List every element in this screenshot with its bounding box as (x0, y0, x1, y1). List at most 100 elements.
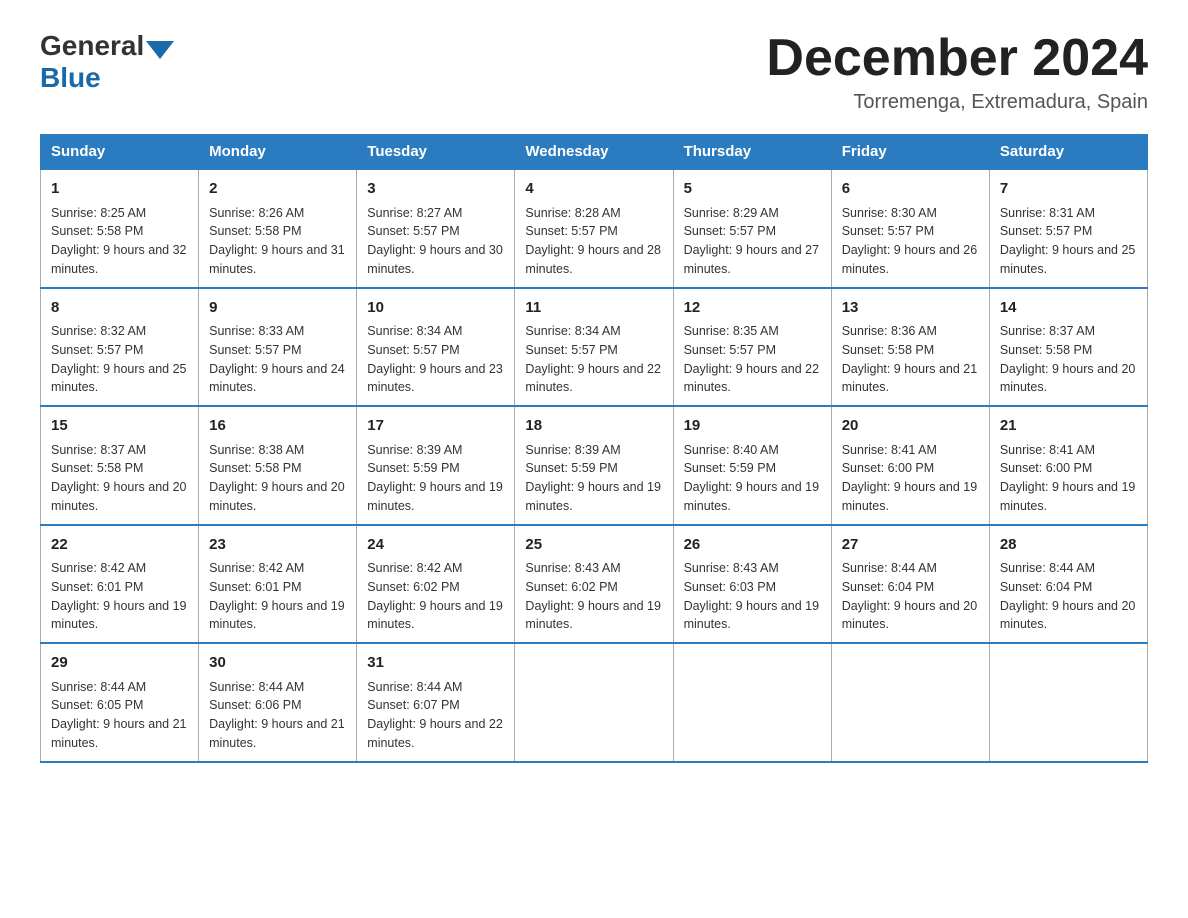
table-row: 24 Sunrise: 8:42 AMSunset: 6:02 PMDayligh… (357, 525, 515, 644)
day-info: Sunrise: 8:26 AMSunset: 5:58 PMDaylight:… (209, 206, 345, 276)
location-subtitle: Torremenga, Extremadura, Spain (766, 91, 1148, 114)
calendar-table: Sunday Monday Tuesday Wednesday Thursday… (40, 134, 1148, 763)
logo-general-text: General (40, 30, 144, 62)
day-number: 17 (367, 415, 504, 438)
day-number: 22 (51, 534, 188, 557)
day-info: Sunrise: 8:44 AMSunset: 6:05 PMDaylight:… (51, 680, 187, 750)
day-number: 18 (525, 415, 662, 438)
table-row: 30 Sunrise: 8:44 AMSunset: 6:06 PMDayligh… (199, 643, 357, 762)
day-number: 2 (209, 178, 346, 201)
table-row: 9 Sunrise: 8:33 AMSunset: 5:57 PMDaylight… (199, 288, 357, 407)
day-number: 29 (51, 652, 188, 675)
day-number: 24 (367, 534, 504, 557)
table-row: 15 Sunrise: 8:37 AMSunset: 5:58 PMDayligh… (41, 406, 199, 525)
day-info: Sunrise: 8:43 AMSunset: 6:03 PMDaylight:… (684, 561, 820, 631)
table-row: 21Sunrise: 8:41 AMSunset: 6:00 PMDayligh… (989, 406, 1147, 525)
table-row: 22 Sunrise: 8:42 AMSunset: 6:01 PMDayligh… (41, 525, 199, 644)
day-number: 8 (51, 297, 188, 320)
day-number: 30 (209, 652, 346, 675)
day-number: 7 (1000, 178, 1137, 201)
day-number: 14 (1000, 297, 1137, 320)
calendar-row-4: 22 Sunrise: 8:42 AMSunset: 6:01 PMDayligh… (41, 525, 1148, 644)
month-title: December 2024 (766, 30, 1148, 87)
day-number: 6 (842, 178, 979, 201)
col-thursday: Thursday (673, 135, 831, 170)
calendar-header-row: Sunday Monday Tuesday Wednesday Thursday… (41, 135, 1148, 170)
calendar-row-3: 15 Sunrise: 8:37 AMSunset: 5:58 PMDayligh… (41, 406, 1148, 525)
day-info: Sunrise: 8:38 AMSunset: 5:58 PMDaylight:… (209, 443, 345, 513)
day-number: 27 (842, 534, 979, 557)
table-row: 1 Sunrise: 8:25 AMSunset: 5:58 PMDaylight… (41, 169, 199, 288)
day-number: 12 (684, 297, 821, 320)
table-row: 31 Sunrise: 8:44 AMSunset: 6:07 PMDayligh… (357, 643, 515, 762)
day-info: Sunrise: 8:40 AMSunset: 5:59 PMDaylight:… (684, 443, 820, 513)
day-info: Sunrise: 8:42 AMSunset: 6:01 PMDaylight:… (209, 561, 345, 631)
day-info: Sunrise: 8:36 AMSunset: 5:58 PMDaylight:… (842, 324, 978, 394)
table-row: 26 Sunrise: 8:43 AMSunset: 6:03 PMDayligh… (673, 525, 831, 644)
table-row: 8Sunrise: 8:32 AMSunset: 5:57 PMDaylight… (41, 288, 199, 407)
day-number: 15 (51, 415, 188, 438)
day-number: 3 (367, 178, 504, 201)
day-number: 23 (209, 534, 346, 557)
table-row: 16 Sunrise: 8:38 AMSunset: 5:58 PMDayligh… (199, 406, 357, 525)
day-info: Sunrise: 8:42 AMSunset: 6:01 PMDaylight:… (51, 561, 187, 631)
day-number: 1 (51, 178, 188, 201)
table-row (989, 643, 1147, 762)
day-number: 9 (209, 297, 346, 320)
day-info: Sunrise: 8:33 AMSunset: 5:57 PMDaylight:… (209, 324, 345, 394)
col-friday: Friday (831, 135, 989, 170)
logo-triangle-icon (146, 41, 174, 59)
day-info: Sunrise: 8:44 AMSunset: 6:04 PMDaylight:… (1000, 561, 1136, 631)
day-info: Sunrise: 8:41 AMSunset: 6:00 PMDaylight:… (842, 443, 978, 513)
day-number: 10 (367, 297, 504, 320)
day-number: 20 (842, 415, 979, 438)
table-row: 6 Sunrise: 8:30 AMSunset: 5:57 PMDaylight… (831, 169, 989, 288)
day-info: Sunrise: 8:29 AMSunset: 5:57 PMDaylight:… (684, 206, 820, 276)
day-info: Sunrise: 8:43 AMSunset: 6:02 PMDaylight:… (525, 561, 661, 631)
table-row: 17 Sunrise: 8:39 AMSunset: 5:59 PMDayligh… (357, 406, 515, 525)
day-info: Sunrise: 8:37 AMSunset: 5:58 PMDaylight:… (51, 443, 187, 513)
day-info: Sunrise: 8:34 AMSunset: 5:57 PMDaylight:… (525, 324, 661, 394)
day-info: Sunrise: 8:37 AMSunset: 5:58 PMDaylight:… (1000, 324, 1136, 394)
day-info: Sunrise: 8:34 AMSunset: 5:57 PMDaylight:… (367, 324, 503, 394)
calendar-row-2: 8Sunrise: 8:32 AMSunset: 5:57 PMDaylight… (41, 288, 1148, 407)
table-row: 28 Sunrise: 8:44 AMSunset: 6:04 PMDayligh… (989, 525, 1147, 644)
title-block: December 2024 Torremenga, Extremadura, S… (766, 30, 1148, 114)
day-number: 4 (525, 178, 662, 201)
day-number: 16 (209, 415, 346, 438)
logo: General Blue (40, 30, 176, 94)
day-info: Sunrise: 8:44 AMSunset: 6:07 PMDaylight:… (367, 680, 503, 750)
calendar-row-5: 29 Sunrise: 8:44 AMSunset: 6:05 PMDayligh… (41, 643, 1148, 762)
day-info: Sunrise: 8:39 AMSunset: 5:59 PMDaylight:… (367, 443, 503, 513)
day-info: Sunrise: 8:42 AMSunset: 6:02 PMDaylight:… (367, 561, 503, 631)
table-row: 27Sunrise: 8:44 AMSunset: 6:04 PMDayligh… (831, 525, 989, 644)
table-row: 23 Sunrise: 8:42 AMSunset: 6:01 PMDayligh… (199, 525, 357, 644)
logo-blue-text: Blue (40, 62, 101, 94)
table-row: 5Sunrise: 8:29 AMSunset: 5:57 PMDaylight… (673, 169, 831, 288)
table-row: 25Sunrise: 8:43 AMSunset: 6:02 PMDayligh… (515, 525, 673, 644)
day-info: Sunrise: 8:39 AMSunset: 5:59 PMDaylight:… (525, 443, 661, 513)
table-row: 3 Sunrise: 8:27 AMSunset: 5:57 PMDaylight… (357, 169, 515, 288)
table-row: 2 Sunrise: 8:26 AMSunset: 5:58 PMDaylight… (199, 169, 357, 288)
table-row: 14 Sunrise: 8:37 AMSunset: 5:58 PMDayligh… (989, 288, 1147, 407)
day-number: 26 (684, 534, 821, 557)
day-info: Sunrise: 8:35 AMSunset: 5:57 PMDaylight:… (684, 324, 820, 394)
table-row: 29 Sunrise: 8:44 AMSunset: 6:05 PMDayligh… (41, 643, 199, 762)
table-row: 19Sunrise: 8:40 AMSunset: 5:59 PMDayligh… (673, 406, 831, 525)
table-row (515, 643, 673, 762)
col-tuesday: Tuesday (357, 135, 515, 170)
day-number: 11 (525, 297, 662, 320)
day-info: Sunrise: 8:25 AMSunset: 5:58 PMDaylight:… (51, 206, 187, 276)
day-info: Sunrise: 8:31 AMSunset: 5:57 PMDaylight:… (1000, 206, 1136, 276)
table-row (673, 643, 831, 762)
day-number: 28 (1000, 534, 1137, 557)
page-header: General Blue December 2024 Torremenga, E… (40, 30, 1148, 114)
day-info: Sunrise: 8:27 AMSunset: 5:57 PMDaylight:… (367, 206, 503, 276)
table-row: 18 Sunrise: 8:39 AMSunset: 5:59 PMDayligh… (515, 406, 673, 525)
calendar-row-1: 1 Sunrise: 8:25 AMSunset: 5:58 PMDaylight… (41, 169, 1148, 288)
day-number: 13 (842, 297, 979, 320)
day-info: Sunrise: 8:44 AMSunset: 6:06 PMDaylight:… (209, 680, 345, 750)
col-wednesday: Wednesday (515, 135, 673, 170)
day-number: 31 (367, 652, 504, 675)
day-info: Sunrise: 8:30 AMSunset: 5:57 PMDaylight:… (842, 206, 978, 276)
